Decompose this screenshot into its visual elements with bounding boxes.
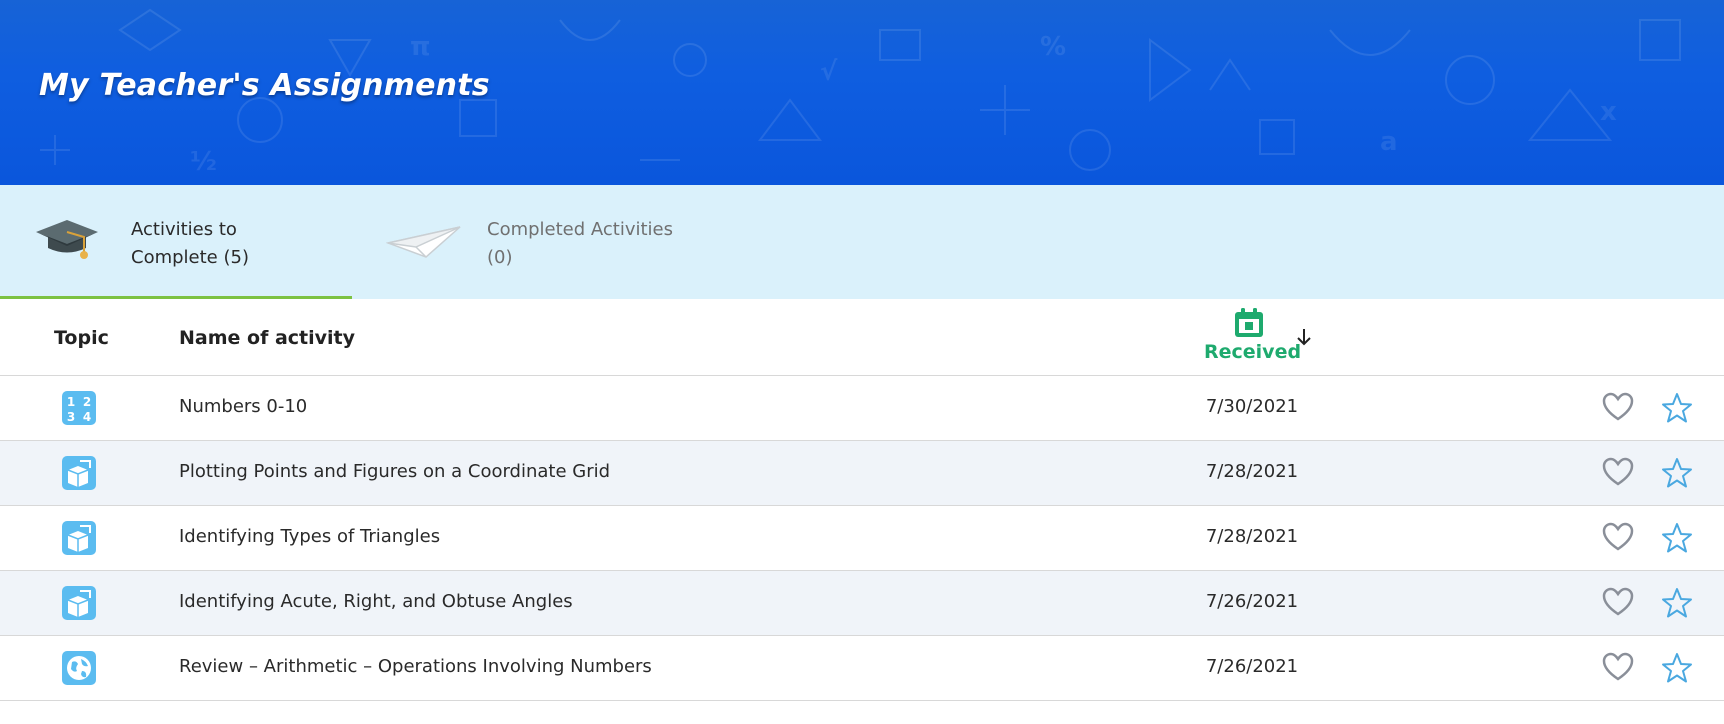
- paper-plane-icon: [385, 225, 462, 263]
- table-row[interactable]: Plotting Points and Figures on a Coordin…: [0, 441, 1724, 506]
- table-row[interactable]: Identifying Acute, Right, and Obtuse Ang…: [0, 571, 1724, 636]
- svg-text:1: 1: [67, 395, 75, 409]
- table-row[interactable]: Review – Arithmetic – Operations Involvi…: [0, 636, 1724, 701]
- star-icon[interactable]: [1661, 587, 1693, 623]
- svg-text:a: a: [1380, 127, 1398, 157]
- column-header-topic: Topic: [54, 327, 109, 349]
- svg-text:2: 2: [83, 395, 91, 409]
- activity-name[interactable]: Review – Arithmetic – Operations Involvi…: [179, 656, 652, 677]
- heart-icon[interactable]: [1602, 392, 1634, 426]
- tab-label-line2: Complete (5): [131, 247, 249, 268]
- received-date: 7/28/2021: [1205, 526, 1299, 547]
- svg-text:4: 4: [83, 410, 91, 424]
- table-row[interactable]: 1 2 3 4 Numbers 0-10 7/30/2021: [0, 376, 1724, 441]
- heart-icon[interactable]: [1602, 587, 1634, 621]
- svg-text:%: %: [1040, 32, 1066, 62]
- heart-icon[interactable]: [1602, 522, 1634, 556]
- graduation-cap-icon: [34, 215, 100, 267]
- star-icon[interactable]: [1661, 392, 1693, 428]
- arrow-down-icon[interactable]: [1296, 327, 1312, 351]
- page-title: My Teacher's Assignments: [39, 68, 490, 103]
- tab-label-line2: (0): [487, 247, 513, 268]
- globe-icon: [62, 651, 96, 685]
- geometry-cube-icon: [62, 521, 96, 555]
- table-header: Topic Name of activity Received: [0, 299, 1724, 376]
- received-date: 7/26/2021: [1205, 656, 1299, 677]
- received-date: 7/28/2021: [1205, 461, 1299, 482]
- heart-icon[interactable]: [1602, 652, 1634, 686]
- star-icon[interactable]: [1661, 457, 1693, 493]
- numbers-icon: 1 2 3 4: [62, 391, 96, 425]
- activity-name[interactable]: Identifying Types of Triangles: [179, 526, 440, 547]
- svg-text:½: ½: [190, 147, 217, 177]
- star-icon[interactable]: [1661, 652, 1693, 688]
- activity-name[interactable]: Plotting Points and Figures on a Coordin…: [179, 461, 610, 482]
- column-header-received-label: Received: [1204, 341, 1302, 363]
- svg-text:x: x: [1600, 97, 1617, 127]
- activity-name[interactable]: Identifying Acute, Right, and Obtuse Ang…: [179, 591, 573, 612]
- geometry-cube-icon: [62, 586, 96, 620]
- heart-icon[interactable]: [1602, 457, 1634, 491]
- assignments-table: Topic Name of activity Received 1 2 3 4 …: [0, 299, 1724, 701]
- table-row[interactable]: Identifying Types of Triangles 7/28/2021: [0, 506, 1724, 571]
- svg-text:√: √: [820, 57, 838, 87]
- column-header-name: Name of activity: [179, 327, 356, 349]
- column-header-received[interactable]: Received: [1204, 307, 1302, 363]
- tab-label-line1: Activities to: [131, 219, 237, 240]
- star-icon[interactable]: [1661, 522, 1693, 558]
- geometry-cube-icon: [62, 456, 96, 490]
- svg-text:3: 3: [67, 410, 75, 424]
- activity-name[interactable]: Numbers 0-10: [179, 396, 307, 417]
- received-date: 7/30/2021: [1205, 396, 1299, 417]
- tab-activities-to-complete[interactable]: Activities to Complete (5): [0, 185, 352, 299]
- tab-label-line1: Completed Activities: [487, 219, 674, 240]
- header-banner: π % a ½ x √ My Teacher's Assignments: [0, 0, 1724, 185]
- tab-completed-activities[interactable]: Completed Activities (0): [352, 185, 692, 299]
- svg-text:π: π: [410, 32, 431, 62]
- tab-bar: Activities to Complete (5) Completed Act…: [0, 185, 1724, 299]
- calendar-icon: [1235, 308, 1263, 337]
- received-date: 7/26/2021: [1205, 591, 1299, 612]
